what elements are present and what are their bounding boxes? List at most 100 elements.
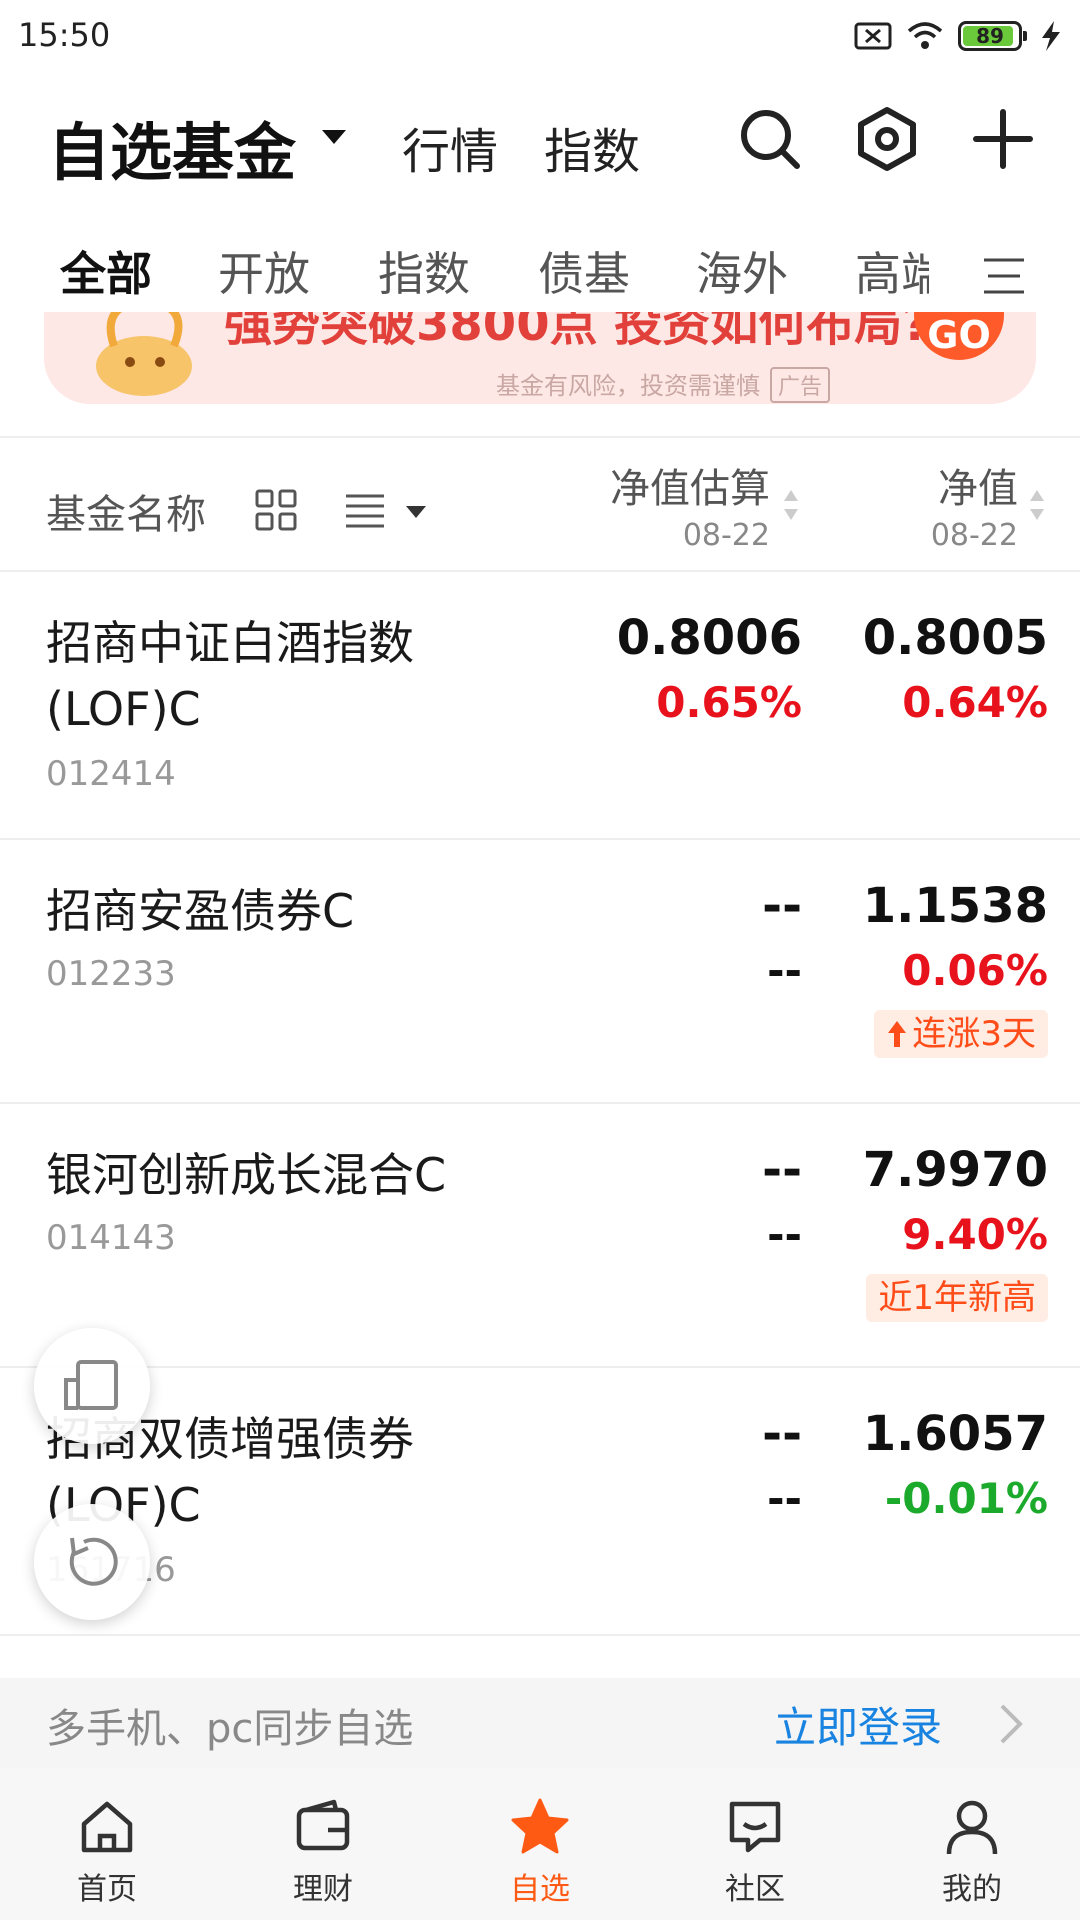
nav-change: 9.40% — [902, 1210, 1048, 1259]
grid-view-icon[interactable] — [254, 488, 298, 532]
bottom-nav: 首页 理财 自选 社区 我的 — [0, 1768, 1080, 1920]
chevron-right-icon[interactable] — [996, 1702, 1026, 1746]
fund-row[interactable]: 招商安盈债券C 012233 -- -- 1.1538 0.06% 连涨3天 — [0, 840, 1080, 1102]
banner-risk-note: 基金有风险，投资需谨慎 广告 — [496, 366, 831, 403]
banner-headline: 强势突破3800点 投资如何布局? — [224, 312, 931, 352]
refresh-button[interactable] — [34, 1504, 150, 1620]
sort-icon[interactable] — [782, 488, 800, 522]
page-title[interactable]: 自选基金 — [48, 102, 296, 192]
nav-watchlist[interactable]: 自选 — [465, 1796, 615, 1908]
floating-window-icon — [64, 1360, 118, 1410]
wallet-icon — [296, 1799, 350, 1851]
fund-code: 012414 — [46, 754, 176, 794]
ad-banner[interactable]: 强势突破3800点 投资如何布局? 基金有风险，投资需谨慎 广告 GO — [44, 312, 1036, 404]
estimate-value: -- — [762, 1406, 802, 1462]
nav-change: 0.06% — [902, 946, 1048, 995]
fund-row[interactable]: 招商中证白酒指数(LOF)C 012414 0.8006 0.65% 0.800… — [0, 572, 1080, 838]
sync-text: 多手机、pc同步自选 — [46, 1706, 414, 1752]
chat-icon — [729, 1801, 781, 1853]
fund-name: 招商安盈债券C — [46, 884, 355, 938]
no-sim-icon — [854, 22, 892, 50]
column-nav[interactable]: 净值 08-22 — [931, 456, 1018, 553]
nav-label: 我的 — [942, 1872, 1002, 1907]
year-high-badge: 近1年新高 — [866, 1274, 1048, 1322]
star-icon — [511, 1798, 569, 1854]
fund-code: 014143 — [46, 1218, 176, 1258]
arrow-up-icon — [888, 1021, 907, 1047]
rising-streak-badge: 连涨3天 — [874, 1010, 1048, 1058]
estimate-change: -- — [767, 1474, 802, 1523]
estimate-value: -- — [762, 878, 802, 934]
floating-window-button[interactable] — [34, 1328, 150, 1444]
column-fund-name: 基金名称 — [46, 492, 206, 538]
tab-bond[interactable]: 债基 — [538, 238, 630, 304]
divider — [0, 1634, 1080, 1636]
estimate-change: -- — [767, 946, 802, 995]
settings-icon[interactable] — [852, 104, 922, 174]
nav-value: 1.6057 — [862, 1406, 1048, 1462]
nav-value: 1.1538 — [862, 878, 1048, 934]
banner-go-button[interactable]: GO — [914, 312, 1004, 360]
fund-name: 招商中证白酒指数(LOF)C — [46, 616, 414, 736]
estimate-value: -- — [762, 1142, 802, 1198]
status-icons: 89 — [854, 16, 1066, 56]
menu-icon[interactable] — [982, 256, 1026, 296]
header: 自选基金 行情 指数 — [0, 84, 1080, 194]
nav-change: -0.01% — [884, 1474, 1048, 1523]
home-icon — [81, 1801, 133, 1853]
add-icon[interactable] — [968, 104, 1038, 174]
badge-text: 连涨3天 — [912, 1014, 1036, 1054]
tab-open[interactable]: 开放 — [218, 238, 310, 304]
fund-code: 012233 — [46, 954, 176, 994]
column-estimate-label: 净值估算 — [610, 466, 770, 512]
estimate-change: 0.65% — [656, 678, 802, 727]
market-link[interactable]: 行情 — [402, 112, 498, 182]
caret-down-icon[interactable] — [406, 506, 426, 518]
status-time: 15:50 — [18, 16, 111, 54]
nav-profile[interactable]: 我的 — [897, 1796, 1047, 1908]
column-estimate[interactable]: 净值估算 08-22 — [610, 456, 770, 553]
nav-label: 社区 — [725, 1872, 785, 1907]
nav-label: 自选 — [510, 1872, 570, 1907]
fund-row[interactable]: 招商双债增强债券(LOF)C 161716 -- -- 1.6057 -0.01… — [0, 1368, 1080, 1634]
tab-overseas[interactable]: 海外 — [696, 238, 788, 304]
nav-value: 0.8005 — [862, 610, 1048, 666]
caret-down-icon[interactable] — [322, 130, 346, 144]
tab-all[interactable]: 全部 — [60, 238, 152, 304]
battery-icon: 89 — [958, 21, 1027, 51]
list-view-icon[interactable] — [344, 492, 386, 530]
index-link[interactable]: 指数 — [544, 112, 640, 182]
nav-change: 0.64% — [902, 678, 1048, 727]
fund-row[interactable]: 银河创新成长混合C 014143 -- -- 7.9970 9.40% 近1年新… — [0, 1104, 1080, 1366]
fund-name: 银河创新成长混合C — [46, 1148, 447, 1202]
refresh-icon — [69, 1537, 118, 1586]
column-nav-label: 净值 — [938, 466, 1018, 512]
battery-level: 89 — [976, 24, 1004, 48]
column-estimate-date: 08-22 — [682, 518, 770, 553]
banner-note-text: 基金有风险，投资需谨慎 — [496, 372, 760, 400]
nav-label: 首页 — [77, 1872, 137, 1907]
charging-icon — [1042, 21, 1060, 51]
nav-value: 7.9970 — [862, 1142, 1048, 1198]
tab-high-end[interactable]: 高端 — [855, 238, 929, 304]
status-bar: 15:50 89 — [0, 0, 1080, 72]
estimate-value: 0.8006 — [616, 610, 802, 666]
nav-wealth[interactable]: 理财 — [248, 1796, 398, 1908]
login-link[interactable]: 立即登录 — [774, 1694, 942, 1755]
user-icon — [946, 1800, 998, 1855]
wifi-icon — [907, 22, 943, 49]
nav-label: 理财 — [293, 1872, 353, 1907]
column-nav-date: 08-22 — [930, 518, 1018, 553]
column-header: 基金名称 净值估算 08-22 净值 08-22 — [0, 440, 1080, 570]
ox-mascot-icon — [96, 312, 192, 396]
nav-community[interactable]: 社区 — [680, 1796, 830, 1908]
search-icon[interactable] — [735, 104, 805, 174]
fund-tabs: 全部 开放 指数 债基 海外 高端 — [0, 226, 1080, 322]
tab-index[interactable]: 指数 — [378, 238, 470, 304]
ad-tag: 广告 — [770, 367, 831, 403]
sync-login-bar[interactable]: 多手机、pc同步自选 立即登录 — [0, 1678, 1080, 1768]
tab-high-end-clip[interactable]: 高端 — [855, 238, 929, 304]
nav-home[interactable]: 首页 — [32, 1796, 182, 1908]
sort-icon[interactable] — [1028, 488, 1046, 522]
estimate-change: -- — [767, 1210, 802, 1259]
